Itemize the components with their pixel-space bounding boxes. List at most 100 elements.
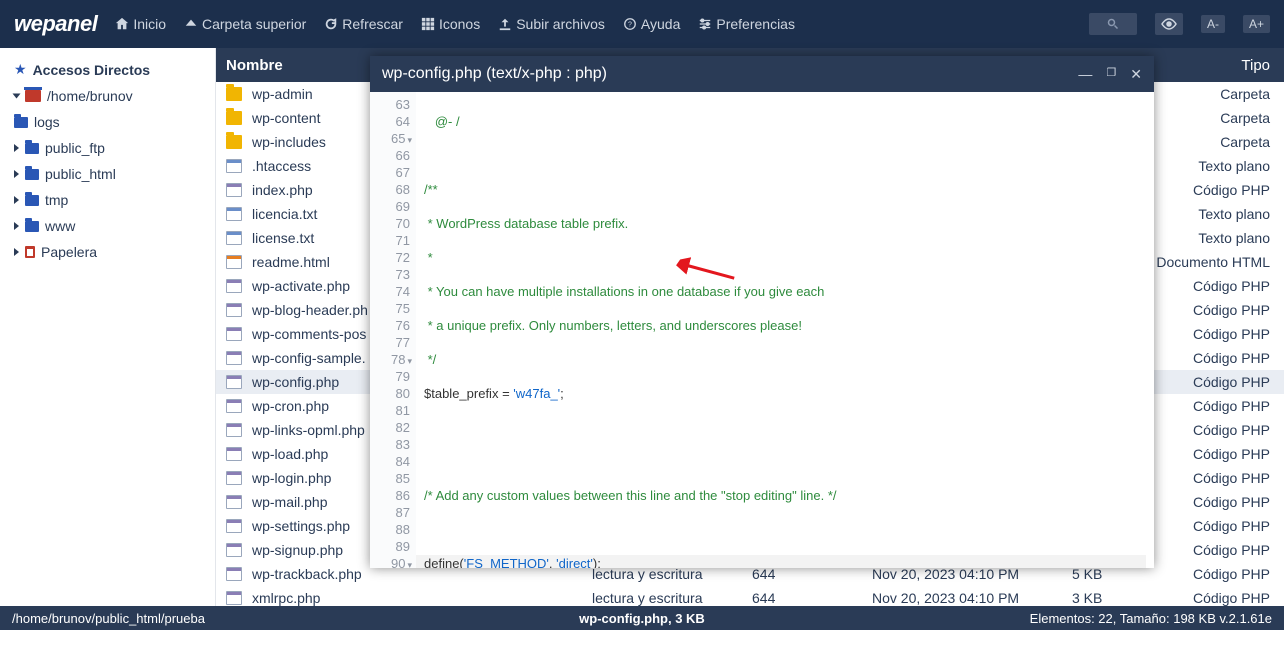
file-type: Código PHP bbox=[1193, 542, 1284, 558]
file-type: Texto plano bbox=[1198, 230, 1284, 246]
file-type: Código PHP bbox=[1193, 374, 1284, 390]
visibility-toggle[interactable] bbox=[1155, 13, 1183, 35]
status-bar: /home/brunov/public_html/prueba wp-confi… bbox=[0, 606, 1284, 630]
grid-icon bbox=[421, 17, 435, 31]
folder-icon bbox=[25, 221, 39, 232]
tree-www[interactable]: www bbox=[10, 213, 205, 239]
tree-public-ftp-label: public_ftp bbox=[45, 140, 105, 156]
tree-shortcuts[interactable]: ★Accesos Directos bbox=[10, 56, 205, 83]
file-type: Documento HTML bbox=[1156, 254, 1284, 270]
eye-icon bbox=[1161, 18, 1177, 30]
tree-home-label: /home/brunov bbox=[47, 88, 133, 104]
file-icon bbox=[226, 447, 242, 461]
nav-prefs[interactable]: Preferencias bbox=[698, 16, 795, 32]
nav-icons[interactable]: Iconos bbox=[421, 16, 480, 32]
line-gutter: 63 64 65▾ 66 67 68 69 70 71 72 73 74 75 … bbox=[370, 92, 416, 568]
file-size: 3 KB bbox=[1072, 590, 1142, 606]
file-icon bbox=[226, 159, 242, 173]
tree-logs[interactable]: logs bbox=[10, 109, 205, 135]
nav-home[interactable]: Inicio bbox=[115, 16, 166, 32]
file-date: Nov 20, 2023 04:10 PM bbox=[872, 566, 1072, 582]
window-maximize-button[interactable]: ❐ bbox=[1106, 66, 1116, 83]
nav-refresh[interactable]: Refrescar bbox=[324, 16, 403, 32]
caret-icon bbox=[14, 248, 19, 256]
nav-home-label: Inicio bbox=[133, 16, 166, 32]
file-icon bbox=[226, 279, 242, 293]
tree-home[interactable]: /home/brunov bbox=[10, 83, 205, 109]
file-icon bbox=[226, 231, 242, 245]
nav-help[interactable]: ? Ayuda bbox=[623, 16, 680, 32]
file-type: Carpeta bbox=[1220, 86, 1284, 102]
brand-logo: wepanel bbox=[14, 11, 97, 37]
editor-title-text: wp-config.php (text/x-php : php) bbox=[382, 65, 607, 83]
nav-upload[interactable]: Subir archivos bbox=[498, 16, 605, 32]
nav-upload-label: Subir archivos bbox=[516, 16, 605, 32]
font-decrease-button[interactable]: A- bbox=[1201, 15, 1225, 33]
file-icon bbox=[226, 591, 242, 605]
code-editor[interactable]: @- / /** * WordPress database table pref… bbox=[416, 92, 1154, 568]
tree-tmp[interactable]: tmp bbox=[10, 187, 205, 213]
file-mode: 644 bbox=[752, 566, 872, 582]
file-icon bbox=[226, 567, 242, 581]
file-icon bbox=[226, 519, 242, 533]
file-type: Código PHP bbox=[1193, 422, 1284, 438]
file-type: Código PHP bbox=[1193, 326, 1284, 342]
file-icon bbox=[226, 135, 242, 149]
col-type-header[interactable]: Tipo bbox=[1164, 57, 1284, 74]
tree-public-html-label: public_html bbox=[45, 166, 116, 182]
file-type: Carpeta bbox=[1220, 110, 1284, 126]
folder-icon bbox=[14, 117, 28, 128]
caret-icon bbox=[14, 222, 19, 230]
file-icon bbox=[226, 471, 242, 485]
caret-icon bbox=[14, 144, 19, 152]
nav-up[interactable]: Carpeta superior bbox=[184, 16, 306, 32]
file-icon bbox=[226, 183, 242, 197]
tree-tmp-label: tmp bbox=[45, 192, 68, 208]
tree-logs-label: logs bbox=[34, 114, 60, 130]
tree-www-label: www bbox=[45, 218, 75, 234]
file-type: Texto plano bbox=[1198, 206, 1284, 222]
star-icon: ★ bbox=[14, 61, 27, 78]
font-increase-button[interactable]: A+ bbox=[1243, 15, 1270, 33]
status-stats: Elementos: 22, Tamaño: 198 KB v.2.1.61e bbox=[1030, 611, 1272, 626]
editor-titlebar[interactable]: wp-config.php (text/x-php : php) — ❐ ✕ bbox=[370, 56, 1154, 92]
file-icon bbox=[226, 543, 242, 557]
file-name: xmlrpc.php bbox=[252, 590, 592, 606]
tree-public-html[interactable]: public_html bbox=[10, 161, 205, 187]
window-close-button[interactable]: ✕ bbox=[1130, 66, 1142, 83]
window-minimize-button[interactable]: — bbox=[1078, 66, 1092, 83]
folder-open-icon bbox=[25, 90, 41, 102]
file-date: Nov 20, 2023 04:10 PM bbox=[872, 590, 1072, 606]
folder-icon bbox=[25, 143, 39, 154]
file-size: 5 KB bbox=[1072, 566, 1142, 582]
file-icon bbox=[226, 87, 242, 101]
tree-trash[interactable]: Papelera bbox=[10, 239, 205, 265]
status-file-info: wp-config.php, 3 KB bbox=[579, 611, 705, 626]
tree-trash-label: Papelera bbox=[41, 244, 97, 260]
caret-icon bbox=[13, 94, 21, 99]
file-mode: 644 bbox=[752, 590, 872, 606]
file-name: wp-trackback.php bbox=[252, 566, 592, 582]
upload-icon bbox=[498, 17, 512, 31]
preferences-icon bbox=[698, 17, 712, 31]
caret-icon bbox=[14, 170, 19, 178]
topbar: wepanel Inicio Carpeta superior Refresca… bbox=[0, 0, 1284, 48]
file-icon bbox=[226, 303, 242, 317]
trash-icon bbox=[25, 246, 35, 258]
search-input[interactable] bbox=[1089, 13, 1137, 35]
file-perms: lectura y escritura bbox=[592, 566, 752, 582]
tree-public-ftp[interactable]: public_ftp bbox=[10, 135, 205, 161]
home-icon bbox=[115, 17, 129, 31]
folder-tree: ★Accesos Directos /home/brunov logs publ… bbox=[0, 48, 216, 620]
editor-body: 63 64 65▾ 66 67 68 69 70 71 72 73 74 75 … bbox=[370, 92, 1154, 568]
status-path: /home/brunov/public_html/prueba bbox=[12, 611, 205, 626]
file-icon bbox=[226, 111, 242, 125]
file-type: Carpeta bbox=[1220, 134, 1284, 150]
file-type: Código PHP bbox=[1193, 446, 1284, 462]
file-icon bbox=[226, 207, 242, 221]
file-type: Código PHP bbox=[1193, 494, 1284, 510]
help-icon: ? bbox=[623, 17, 637, 31]
nav-up-label: Carpeta superior bbox=[202, 16, 306, 32]
file-icon bbox=[226, 423, 242, 437]
file-type: Código PHP bbox=[1193, 302, 1284, 318]
